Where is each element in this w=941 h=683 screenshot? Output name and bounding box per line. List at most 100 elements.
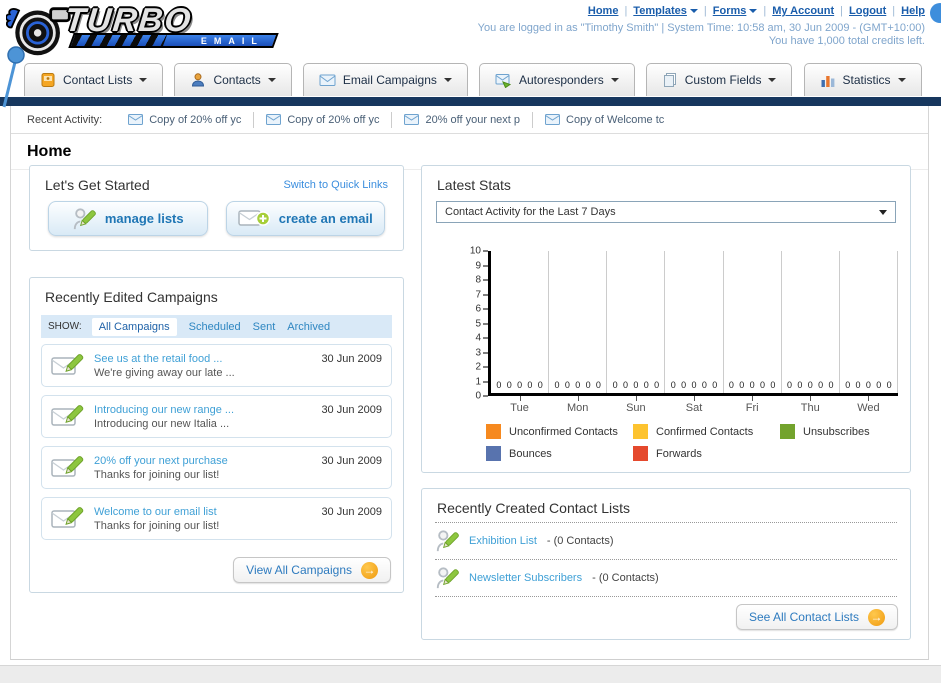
top-nav-forms[interactable]: Forms: [713, 5, 758, 17]
x-axis-label: Mon: [567, 402, 589, 414]
campaign-row: See us at the retail food ... We're givi…: [41, 344, 392, 387]
chart-day-column: 0 0 0 0 0 Sat: [665, 251, 724, 414]
contact-lists-title: Recently Created Contact Lists: [437, 500, 630, 516]
campaign-date: 30 Jun 2009: [321, 353, 382, 365]
see-all-contact-lists-button[interactable]: See All Contact Lists →: [735, 604, 898, 630]
switch-quick-links[interactable]: Switch to Quick Links: [283, 179, 388, 191]
stats-dropdown[interactable]: Contact Activity for the Last 7 Days: [436, 201, 896, 223]
campaign-link[interactable]: Introducing our new range ...: [94, 403, 234, 417]
campaigns-panel: Recently Edited Campaigns SHOW: All Camp…: [29, 277, 404, 593]
data-value-labels: 00000: [728, 380, 776, 390]
filter-scheduled[interactable]: Scheduled: [189, 321, 241, 333]
y-axis-label: 8: [475, 275, 488, 286]
tab-label: Autoresponders: [518, 73, 604, 87]
separator: |: [763, 5, 767, 17]
arrow-right-icon: →: [361, 561, 378, 579]
tab-email-campaigns[interactable]: Email Campaigns: [302, 63, 468, 96]
credits-info: You have 1,000 total credits left.: [768, 35, 925, 47]
chart-day-column: 0 0 0 0 0 Wed: [840, 251, 898, 414]
legend-swatch: [780, 424, 795, 439]
legend-swatch: [486, 424, 501, 439]
x-axis-label: Wed: [857, 402, 880, 414]
footer-bar: [0, 665, 941, 683]
person-pencil-icon: [436, 567, 459, 589]
top-nav-home[interactable]: Home: [588, 5, 619, 17]
legend-swatch: [486, 446, 501, 461]
data-value-labels: 00000: [496, 380, 543, 390]
help-bubble-icon[interactable]: [930, 3, 941, 23]
x-axis-tick: [752, 396, 754, 401]
chart-day-column: 0 0 0 0 0 Thu: [782, 251, 840, 414]
legend-item: Confirmed Contacts: [633, 424, 780, 439]
separator: |: [624, 5, 628, 17]
legend-swatch: [633, 446, 648, 461]
envelope-icon: [545, 114, 561, 125]
recent-activity-item[interactable]: Copy of 20% off yc: [254, 111, 393, 128]
arrow-right-icon: →: [868, 608, 885, 626]
tab-autoresponders[interactable]: Autoresponders: [478, 63, 635, 96]
envelope-arrow-icon: [495, 73, 512, 88]
y-axis-label: 6: [475, 304, 488, 315]
campaign-filter-bar: SHOW: All Campaigns Scheduled Sent Archi…: [41, 315, 392, 338]
legend-item: Unconfirmed Contacts: [486, 424, 633, 439]
filter-all-campaigns[interactable]: All Campaigns: [91, 317, 177, 336]
data-value-labels: 00000: [787, 380, 834, 390]
envelope-pencil-icon: [51, 354, 84, 375]
recent-activity-label: Recent Activity:: [27, 113, 103, 126]
chevron-down-icon: [443, 78, 452, 82]
envelope-icon: [266, 114, 282, 125]
top-nav: Home | Templates | Forms | My Account | Logout…: [588, 5, 925, 17]
tab-statistics[interactable]: Statistics: [803, 63, 922, 96]
campaign-date: 30 Jun 2009: [321, 506, 382, 518]
view-all-campaigns-button[interactable]: View All Campaigns →: [233, 557, 391, 583]
show-label: SHOW:: [48, 321, 82, 332]
recent-activity-item[interactable]: Copy of Welcome tc: [533, 112, 676, 128]
campaign-subject: Introducing our new Italia ...: [94, 417, 230, 430]
campaign-subject: Thanks for joining our list!: [94, 468, 220, 481]
contact-list-link[interactable]: Newsletter Subscribers: [469, 572, 582, 584]
nav-divider-bar: [0, 97, 941, 106]
tab-label: Contacts: [213, 73, 261, 87]
top-nav-my-account[interactable]: My Account: [772, 5, 834, 17]
campaign-link[interactable]: See us at the retail food ...: [94, 352, 235, 366]
address-book-icon: [41, 73, 55, 87]
tab-contacts[interactable]: Contacts: [174, 63, 292, 96]
tab-custom-fields[interactable]: Custom Fields: [645, 63, 793, 96]
logo-subtitle: EMAIL: [201, 35, 264, 46]
tab-label: Statistics: [842, 73, 891, 87]
login-info: You are logged in as "Timothy Smith" | S…: [477, 22, 925, 34]
tab-label: Email Campaigns: [342, 73, 437, 87]
legend-item: Bounces: [486, 446, 633, 461]
data-value-labels: 00000: [554, 380, 601, 390]
recent-activity-item[interactable]: 20% off your next p: [392, 111, 534, 128]
x-axis-label: Thu: [800, 402, 820, 414]
app-logo[interactable]: TURBO EMAIL: [6, 1, 279, 59]
logo-subtitle-bar: EMAIL: [68, 33, 279, 48]
data-value-labels: 00000: [845, 380, 892, 390]
y-axis-label: 4: [475, 333, 488, 344]
contact-list-link[interactable]: Exhibition List: [469, 535, 537, 547]
top-nav-templates[interactable]: Templates: [633, 5, 698, 17]
y-axis-label: 3: [475, 347, 488, 358]
y-axis-label: 9: [475, 260, 488, 271]
manage-lists-button[interactable]: manage lists: [48, 201, 208, 236]
chart-day-column: 0 0 0 0 0 Tue: [491, 251, 550, 414]
filter-sent[interactable]: Sent: [253, 321, 276, 333]
y-axis-label: 5: [475, 318, 488, 329]
tab-label: Custom Fields: [684, 73, 762, 87]
recent-activity-item[interactable]: Copy of 20% off yc: [116, 111, 255, 128]
envelope-icon: [319, 74, 336, 86]
recent-activity-bar: Recent Activity: Copy of 20% off yc Copy…: [11, 106, 928, 134]
top-nav-help[interactable]: Help: [901, 5, 925, 17]
tab-contact-lists[interactable]: Contact Lists: [24, 63, 164, 96]
pages-icon: [663, 73, 676, 87]
top-nav-logout[interactable]: Logout: [849, 5, 886, 17]
x-axis-label: Fri: [745, 402, 759, 414]
campaign-link[interactable]: 20% off your next purchase: [94, 454, 228, 468]
campaign-link[interactable]: Welcome to our email list: [94, 505, 219, 519]
chevron-down-icon: [610, 78, 619, 82]
campaigns-title: Recently Edited Campaigns: [45, 289, 218, 305]
x-axis-label: Sat: [685, 402, 703, 414]
filter-archived[interactable]: Archived: [287, 321, 330, 333]
create-email-button[interactable]: create an email: [225, 201, 385, 236]
